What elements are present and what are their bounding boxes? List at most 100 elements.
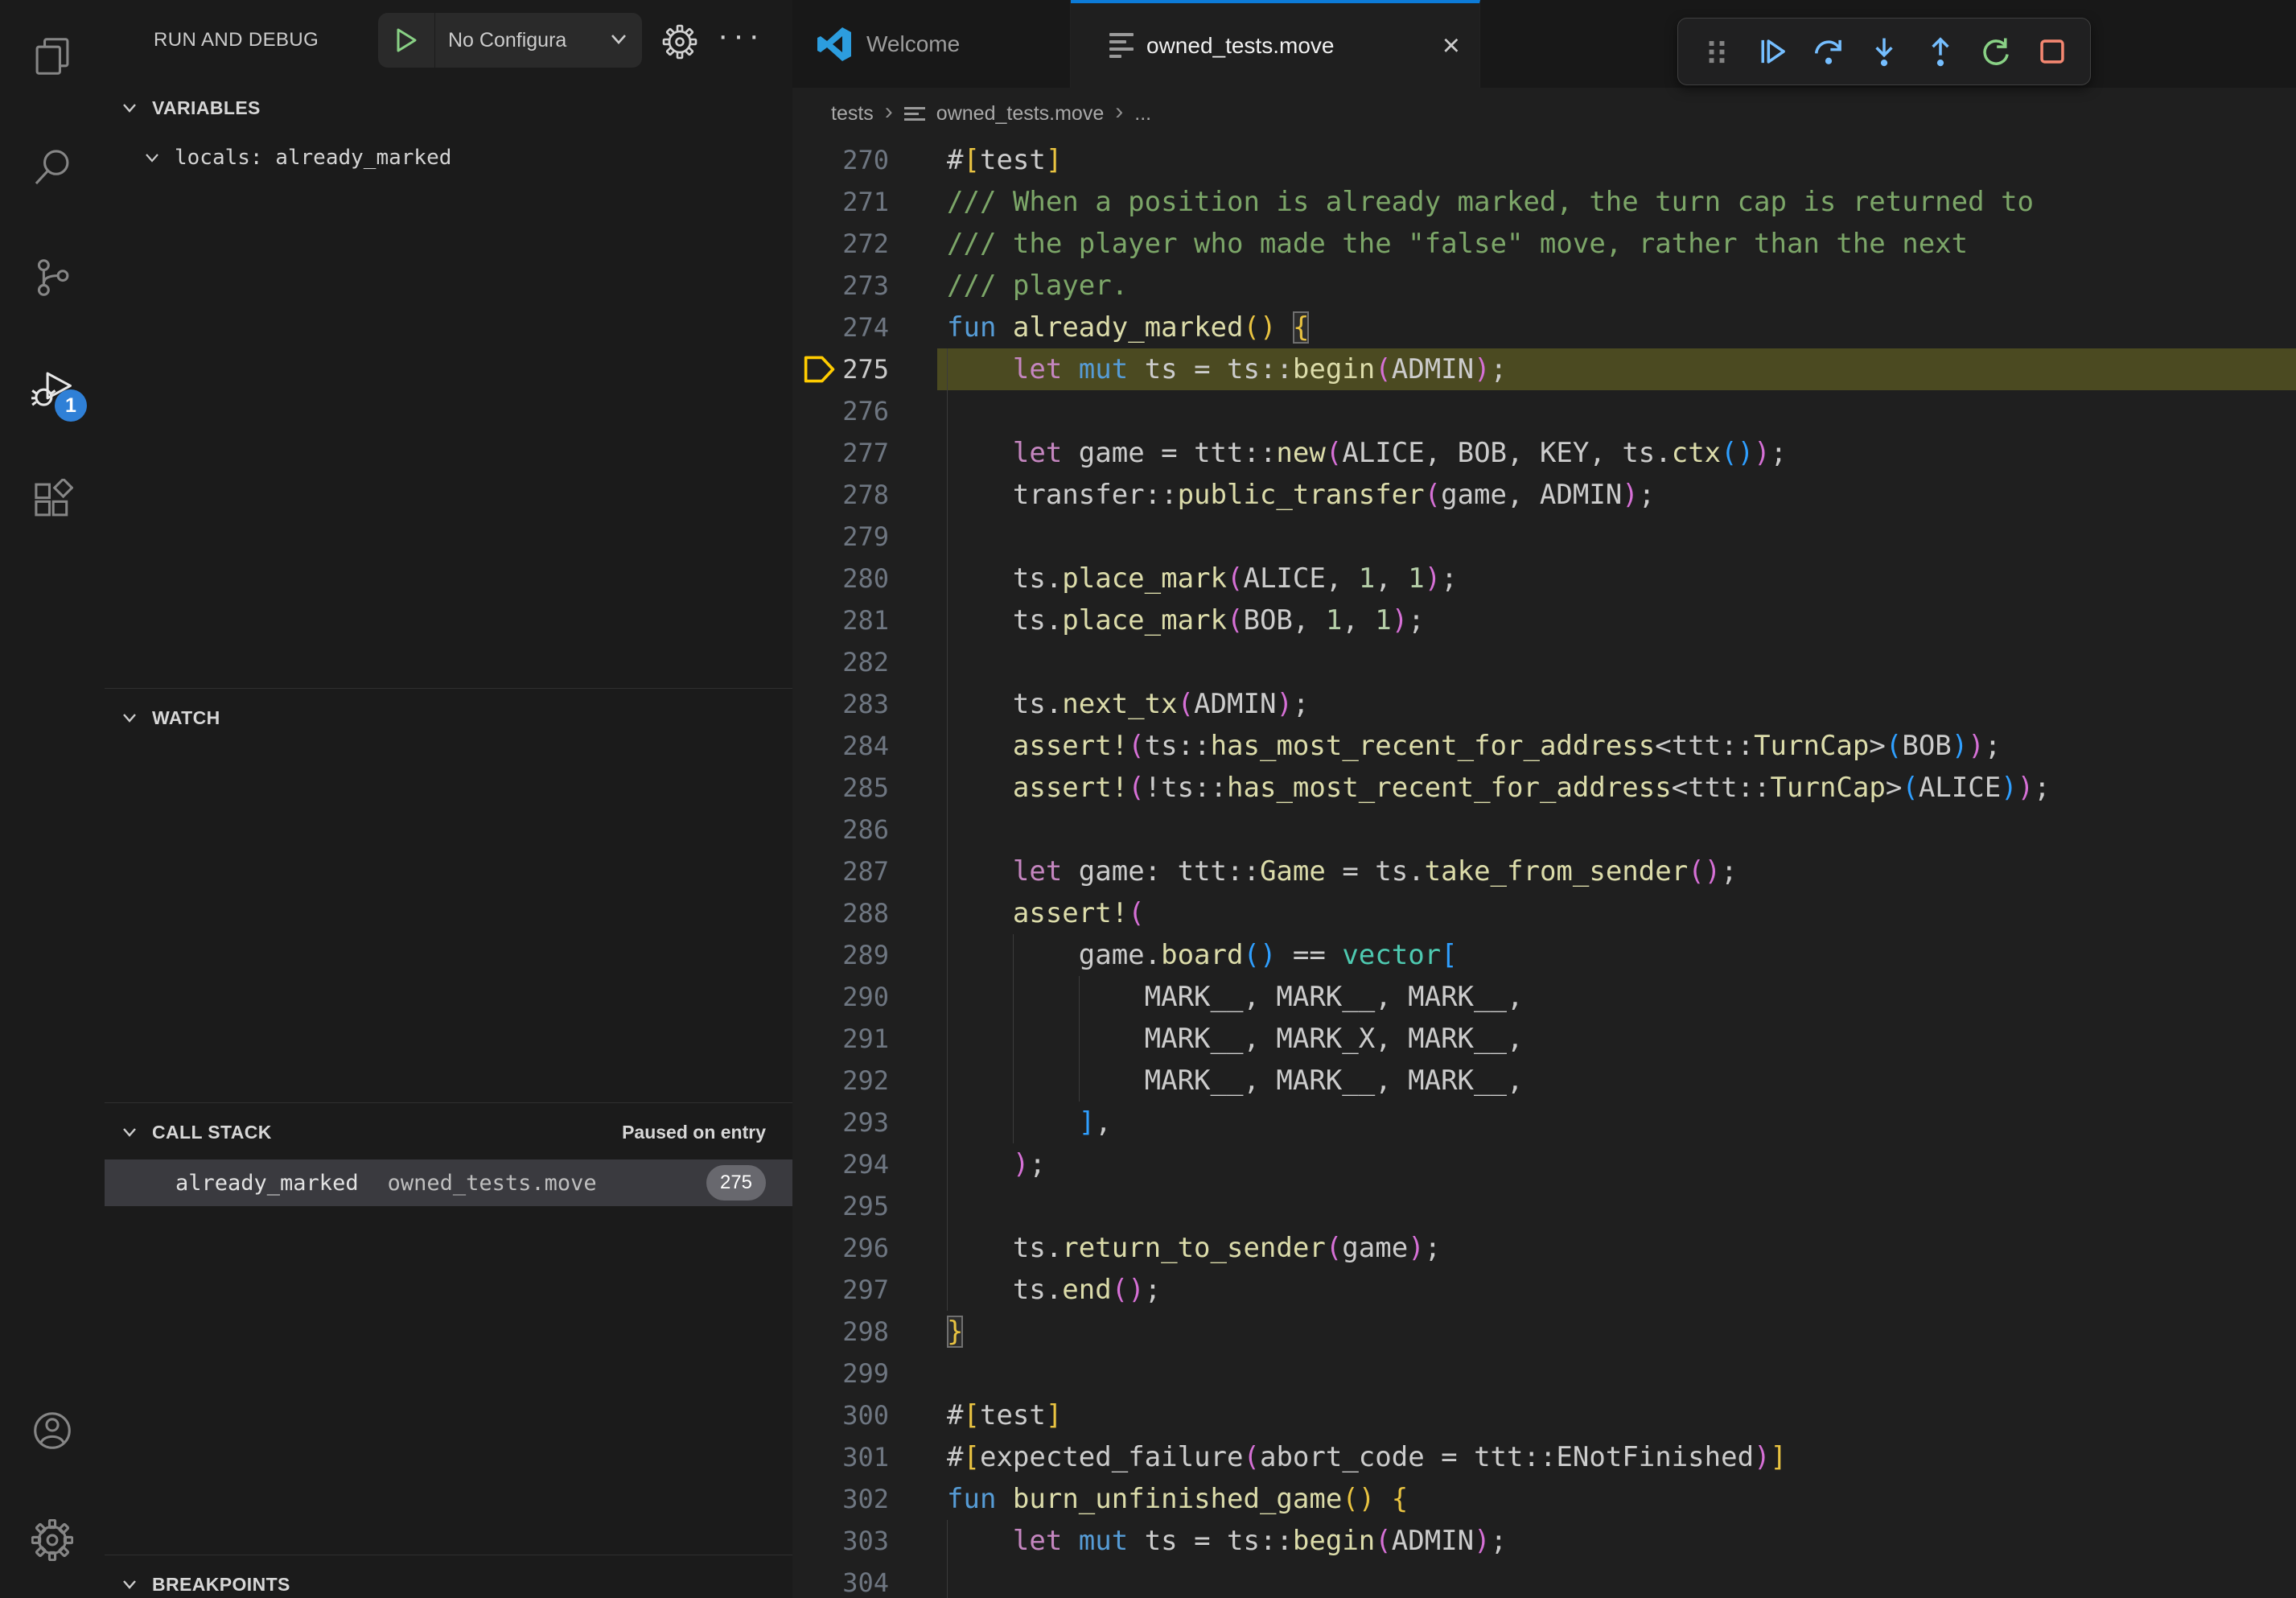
step-out-icon[interactable] [1923,34,1958,69]
settings-gear-icon[interactable] [0,1496,105,1584]
gutter[interactable]: 272 [792,223,937,265]
source-control-icon[interactable] [0,233,105,322]
gutter[interactable]: 280 [792,558,937,599]
search-icon[interactable] [0,123,105,212]
section-call-stack[interactable]: CALL STACK Paused on entry [105,1111,792,1153]
step-into-icon[interactable] [1866,34,1902,69]
gutter[interactable]: 289 [792,934,937,976]
breadcrumb-item-file[interactable]: owned_tests.move [936,102,1104,126]
continue-icon[interactable] [1755,34,1790,69]
call-stack-frame-row[interactable]: already_marked owned_tests.move 275 [105,1159,792,1206]
breadcrumb-item-tests[interactable]: tests [831,102,874,126]
section-variables[interactable]: VARIABLES [105,87,792,129]
restart-icon[interactable] [1978,34,2014,69]
code-line[interactable]: 294 ); [792,1143,2296,1185]
code-line[interactable]: 272/// the player who made the "false" m… [792,223,2296,265]
code-line[interactable]: 276 [792,390,2296,432]
gutter[interactable]: 279 [792,516,937,558]
gutter[interactable]: 291 [792,1018,937,1060]
code-line[interactable]: 302fun burn_unfinished_game() { [792,1478,2296,1520]
gutter[interactable]: 296 [792,1227,937,1269]
gutter[interactable]: 297 [792,1269,937,1311]
gutter[interactable]: 288 [792,892,937,934]
account-icon[interactable] [0,1386,105,1475]
code-line[interactable]: 303 let mut ts = ts::begin(ADMIN); [792,1520,2296,1562]
code-line[interactable]: 299 [792,1353,2296,1394]
code-line[interactable]: 293 ], [792,1102,2296,1143]
gutter[interactable]: 285 [792,767,937,809]
code-line[interactable]: 275 let mut ts = ts::begin(ADMIN); [792,348,2296,390]
code-line[interactable]: 283 ts.next_tx(ADMIN); [792,683,2296,725]
gutter[interactable]: 282 [792,641,937,683]
tab-owned-tests-move[interactable]: owned_tests.move × [1071,0,1480,88]
code-line[interactable]: 273/// player. [792,265,2296,307]
code-line[interactable]: 298} [792,1311,2296,1353]
code-line[interactable]: 279 [792,516,2296,558]
code-line[interactable]: 289 game.board() == vector[ [792,934,2296,976]
toolbar-grip-icon[interactable] [1699,34,1734,69]
gutter[interactable]: 303 [792,1520,937,1562]
code-line[interactable]: 290 MARK__, MARK__, MARK__, [792,976,2296,1018]
gutter[interactable]: 274 [792,307,937,348]
code-line[interactable]: 292 MARK__, MARK__, MARK__, [792,1060,2296,1102]
gutter[interactable]: 273 [792,265,937,307]
explorer-icon[interactable] [0,12,105,101]
code-line[interactable]: 274fun already_marked() { [792,307,2296,348]
gutter[interactable]: 299 [792,1353,937,1394]
gutter[interactable]: 284 [792,725,937,767]
gutter[interactable]: 271 [792,181,937,223]
code-line[interactable]: 291 MARK__, MARK_X, MARK__, [792,1018,2296,1060]
code-line[interactable]: 286 [792,809,2296,850]
breadcrumb-item-symbol[interactable]: ... [1134,102,1151,126]
code-line[interactable]: 296 ts.return_to_sender(game); [792,1227,2296,1269]
code-line[interactable]: 277 let game = ttt::new(ALICE, BOB, KEY,… [792,432,2296,474]
gutter[interactable]: 286 [792,809,937,850]
stop-icon[interactable] [2035,34,2070,69]
gutter[interactable]: 302 [792,1478,937,1520]
code-line[interactable]: 297 ts.end(); [792,1269,2296,1311]
variables-scope-locals[interactable]: locals: already_marked [105,137,792,179]
code-line[interactable]: 301#[expected_failure(abort_code = ttt::… [792,1436,2296,1478]
launch-config-dropdown[interactable]: No Configura [378,13,642,68]
gutter[interactable]: 276 [792,390,937,432]
gutter[interactable]: 275 [792,348,937,390]
gutter[interactable]: 287 [792,850,937,892]
gutter[interactable]: 301 [792,1436,937,1478]
code-area[interactable]: 270#[test]271/// When a position is alre… [792,139,2296,1598]
start-debug-icon[interactable] [378,13,435,68]
gutter[interactable]: 293 [792,1102,937,1143]
tab-welcome[interactable]: Welcome [792,0,1071,88]
code-line[interactable]: 271/// When a position is already marked… [792,181,2296,223]
gutter[interactable]: 292 [792,1060,937,1102]
gutter[interactable]: 300 [792,1394,937,1436]
code-line[interactable]: 270#[test] [792,139,2296,181]
code-line[interactable]: 282 [792,641,2296,683]
code-line[interactable]: 281 ts.place_mark(BOB, 1, 1); [792,599,2296,641]
gutter[interactable]: 304 [792,1562,937,1598]
gutter[interactable]: 278 [792,474,937,516]
code-line[interactable]: 295 [792,1185,2296,1227]
code-line[interactable]: 300#[test] [792,1394,2296,1436]
debug-settings-gear-icon[interactable] [662,24,697,64]
extensions-icon[interactable] [0,455,105,544]
run-and-debug-icon[interactable]: 1 [0,344,105,433]
code-line[interactable]: 284 assert!(ts::has_most_recent_for_addr… [792,725,2296,767]
gutter[interactable]: 281 [792,599,937,641]
section-watch[interactable]: WATCH [105,697,792,739]
gutter[interactable]: 283 [792,683,937,725]
code-line[interactable]: 280 ts.place_mark(ALICE, 1, 1); [792,558,2296,599]
code-line[interactable]: 285 assert!(!ts::has_most_recent_for_add… [792,767,2296,809]
more-actions-icon[interactable]: ··· [718,18,764,54]
gutter[interactable]: 270 [792,139,937,181]
gutter[interactable]: 298 [792,1311,937,1353]
code-line[interactable]: 288 assert!( [792,892,2296,934]
section-breakpoints[interactable]: BREAKPOINTS [105,1563,792,1598]
gutter[interactable]: 277 [792,432,937,474]
close-icon[interactable]: × [1442,31,1460,61]
gutter[interactable]: 295 [792,1185,937,1227]
step-over-icon[interactable] [1811,34,1846,69]
gutter[interactable]: 294 [792,1143,937,1185]
code-line[interactable]: 287 let game: ttt::Game = ts.take_from_s… [792,850,2296,892]
code-line[interactable]: 304 [792,1562,2296,1598]
code-line[interactable]: 278 transfer::public_transfer(game, ADMI… [792,474,2296,516]
